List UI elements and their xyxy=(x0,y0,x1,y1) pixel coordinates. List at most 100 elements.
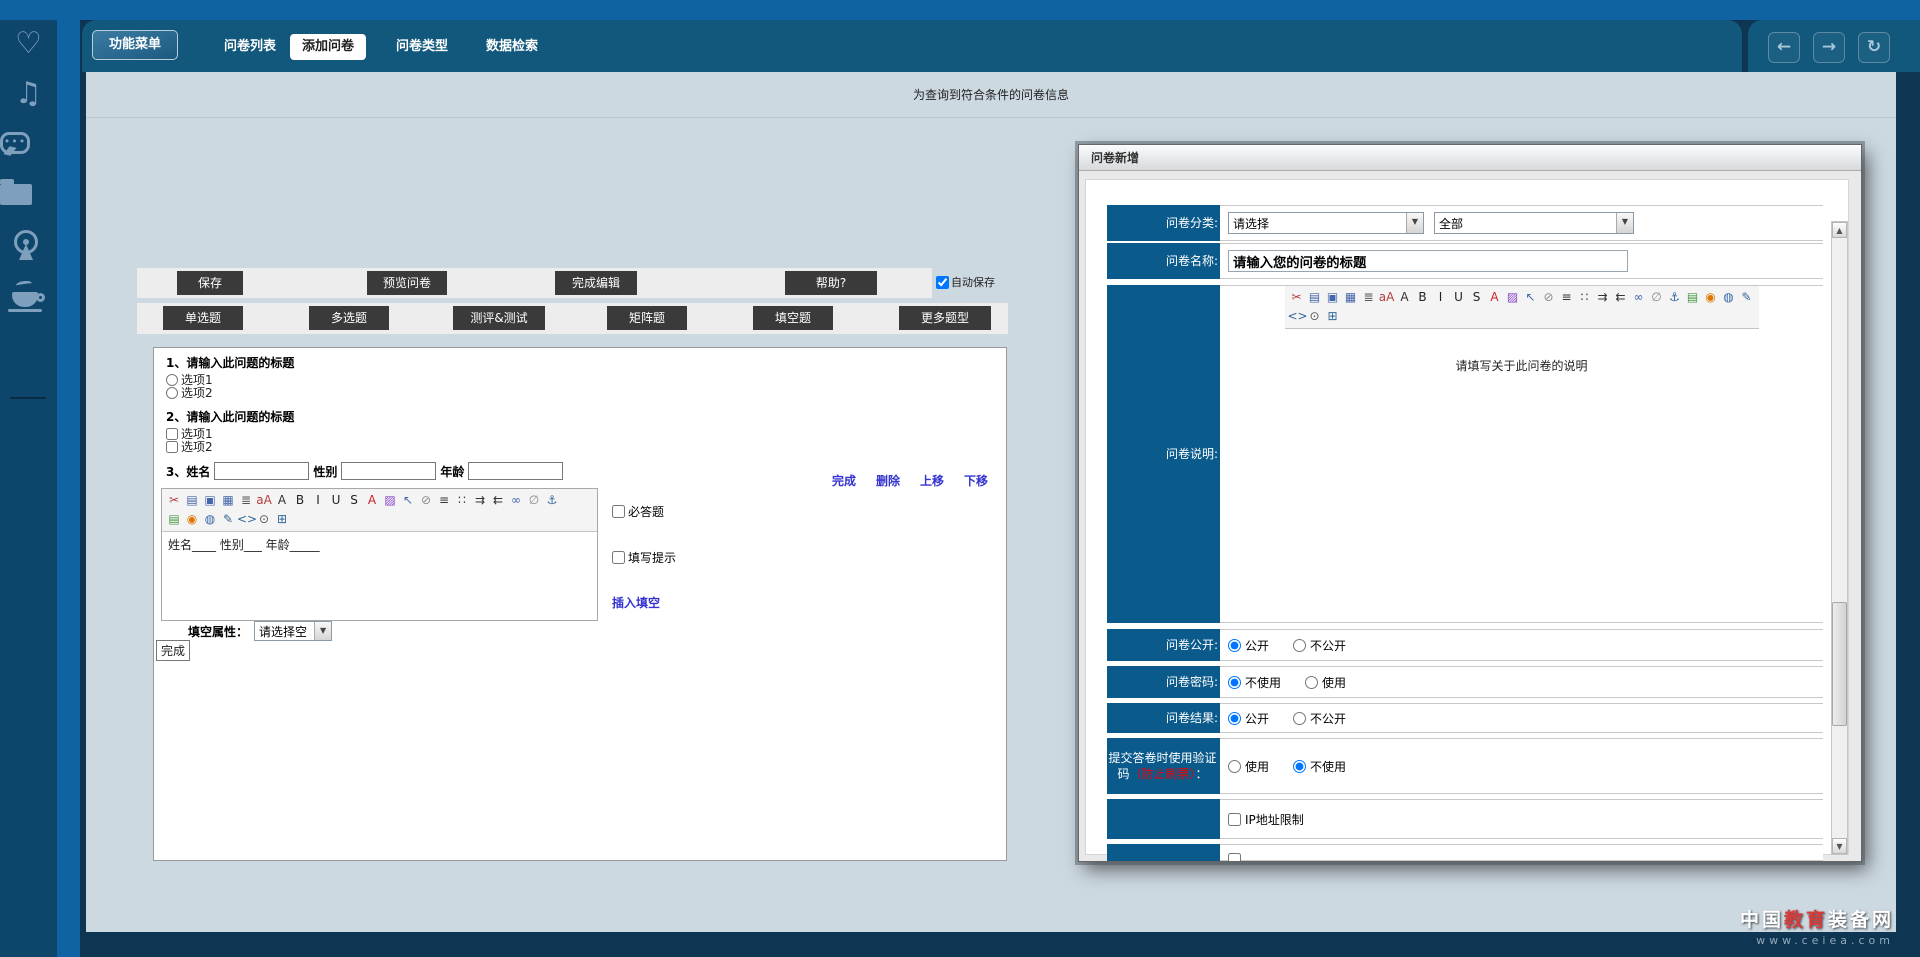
tab-questionnaire-type[interactable]: 问卷类型 xyxy=(384,34,460,60)
font-size-icon[interactable]: A xyxy=(1396,288,1414,307)
paste-word-icon[interactable]: ▦ xyxy=(1342,288,1360,307)
help-button[interactable]: 帮助? xyxy=(785,271,877,295)
bold-icon[interactable]: B xyxy=(1414,288,1432,307)
scroll-up-icon[interactable]: ▲ xyxy=(1832,222,1847,238)
line-height-icon[interactable]: ≣ xyxy=(237,491,255,510)
required-flag[interactable]: 必答题 xyxy=(612,503,664,520)
assessment-test-button[interactable]: 测评&测试 xyxy=(453,306,545,330)
form-icon[interactable]: ✎ xyxy=(219,510,237,529)
anchor-icon[interactable]: ⚓ xyxy=(543,491,561,510)
list-icon[interactable]: ∷ xyxy=(453,491,471,510)
hint-flag[interactable]: 填写提示 xyxy=(612,549,676,566)
tab-questionnaire-list[interactable]: 问卷列表 xyxy=(212,34,288,60)
modal-title-bar[interactable]: 问卷新增 xyxy=(1079,145,1861,171)
select-cursor-icon[interactable]: ↖ xyxy=(399,491,417,510)
media-icon[interactable]: ◍ xyxy=(1720,288,1738,307)
tab-data-search[interactable]: 数据检索 xyxy=(474,34,550,60)
flash-icon[interactable]: ◉ xyxy=(183,510,201,529)
music-icon[interactable]: ♫ xyxy=(0,78,57,110)
align-icon[interactable]: ≡ xyxy=(435,491,453,510)
captcha-use-radio[interactable]: 使用 xyxy=(1228,758,1269,775)
paste-icon[interactable]: ▣ xyxy=(1324,288,1342,307)
age-field[interactable] xyxy=(468,462,563,480)
insert-blank-link[interactable]: 插入填空 xyxy=(612,594,660,611)
media-icon[interactable]: ◍ xyxy=(201,510,219,529)
outdent-icon[interactable]: ⇇ xyxy=(489,491,507,510)
scroll-down-icon[interactable]: ▼ xyxy=(1832,838,1847,854)
result-public-radio[interactable]: 公开 xyxy=(1228,710,1269,727)
function-menu-button[interactable]: 功能菜单 xyxy=(92,30,178,60)
question1-option2[interactable]: 选项2 xyxy=(166,384,213,401)
move-down-link[interactable]: 下移 xyxy=(964,472,988,489)
hint-checkbox[interactable] xyxy=(612,551,625,564)
indent-icon[interactable]: ⇉ xyxy=(471,491,489,510)
required-checkbox[interactable] xyxy=(612,505,625,518)
flash-icon[interactable]: ◉ xyxy=(1702,288,1720,307)
blank-attribute-select[interactable]: 请选择空 ▼ xyxy=(254,621,332,641)
password-use-radio[interactable]: 使用 xyxy=(1305,674,1346,691)
form-icon[interactable]: ✎ xyxy=(1738,288,1756,307)
finish-link[interactable]: 完成 xyxy=(832,472,856,489)
ip-limit-flag[interactable]: IP地址限制 xyxy=(1228,811,1304,828)
image-icon[interactable]: ▤ xyxy=(1684,288,1702,307)
matrix-button[interactable]: 矩阵题 xyxy=(607,306,687,330)
preview-icon[interactable]: ⊙ xyxy=(255,510,273,529)
subcategory-select[interactable]: 全部 ▼ xyxy=(1434,212,1634,234)
preview-icon[interactable]: ⊙ xyxy=(1306,307,1324,326)
coffee-icon[interactable] xyxy=(0,282,57,316)
finish-edit-button[interactable]: 完成编辑 xyxy=(555,271,637,295)
italic-icon[interactable]: I xyxy=(309,491,327,510)
eraser-icon[interactable]: ⊘ xyxy=(417,491,435,510)
move-up-link[interactable]: 上移 xyxy=(920,472,944,489)
questionnaire-title-input[interactable] xyxy=(1228,250,1628,272)
copy-icon[interactable]: ▤ xyxy=(183,491,201,510)
underline-icon[interactable]: U xyxy=(1450,288,1468,307)
copy-icon[interactable]: ▤ xyxy=(1306,288,1324,307)
autosave-toggle[interactable]: 自动保存 xyxy=(936,274,995,290)
result-private-radio[interactable]: 不公开 xyxy=(1293,710,1346,727)
modal-richtext-content[interactable]: 请填写关于此问卷的说明 xyxy=(1449,353,1593,622)
broadcast-icon[interactable] xyxy=(0,230,57,264)
outdent-icon[interactable]: ⇇ xyxy=(1612,288,1630,307)
name-field[interactable] xyxy=(214,462,309,480)
indent-icon[interactable]: ⇉ xyxy=(1594,288,1612,307)
fill-blank-button[interactable]: 填空题 xyxy=(753,306,833,330)
image-icon[interactable]: ▤ xyxy=(165,510,183,529)
multi-choice-button[interactable]: 多选题 xyxy=(309,306,389,330)
richtext-content[interactable]: 姓名____ 性别___ 年龄_____ xyxy=(162,532,597,557)
category-select[interactable]: 请选择 ▼ xyxy=(1228,212,1424,234)
chat-icon[interactable]: ••• xyxy=(0,132,57,162)
highlight-color-icon[interactable]: ▨ xyxy=(1504,288,1522,307)
forward-arrow-icon[interactable]: → xyxy=(1813,32,1845,63)
autosave-checkbox[interactable] xyxy=(936,276,949,289)
refresh-icon[interactable]: ↻ xyxy=(1858,32,1890,63)
scrollbar-thumb[interactable] xyxy=(1832,602,1847,726)
public-no-radio[interactable]: 不公开 xyxy=(1293,637,1346,654)
link-icon[interactable]: ∞ xyxy=(1630,288,1648,307)
font-color-icon[interactable]: A xyxy=(363,491,381,510)
code-icon[interactable]: <> xyxy=(237,510,255,529)
align-icon[interactable]: ≡ xyxy=(1558,288,1576,307)
folder-icon[interactable] xyxy=(0,184,57,214)
question2-option2[interactable]: 选项2 xyxy=(166,438,213,455)
public-yes-radio[interactable]: 公开 xyxy=(1228,637,1269,654)
code-icon[interactable]: <> xyxy=(1288,307,1306,326)
select-cursor-icon[interactable]: ↖ xyxy=(1522,288,1540,307)
unlink-icon[interactable]: ∅ xyxy=(1648,288,1666,307)
paste-icon[interactable]: ▣ xyxy=(201,491,219,510)
single-choice-button[interactable]: 单选题 xyxy=(163,306,243,330)
highlight-color-icon[interactable]: ▨ xyxy=(381,491,399,510)
eraser-icon[interactable]: ⊘ xyxy=(1540,288,1558,307)
cut-icon[interactable]: ✂ xyxy=(165,491,183,510)
unlink-icon[interactable]: ∅ xyxy=(525,491,543,510)
strikethrough-icon[interactable]: S xyxy=(345,491,363,510)
paste-word-icon[interactable]: ▦ xyxy=(219,491,237,510)
anchor-icon[interactable]: ⚓ xyxy=(1666,288,1684,307)
italic-icon[interactable]: I xyxy=(1432,288,1450,307)
done-button[interactable]: 完成 xyxy=(156,640,190,661)
font-size-icon[interactable]: A xyxy=(273,491,291,510)
line-height-icon[interactable]: ≣ xyxy=(1360,288,1378,307)
checkbox-input[interactable] xyxy=(166,441,178,453)
link-icon[interactable]: ∞ xyxy=(507,491,525,510)
cut-icon[interactable]: ✂ xyxy=(1288,288,1306,307)
